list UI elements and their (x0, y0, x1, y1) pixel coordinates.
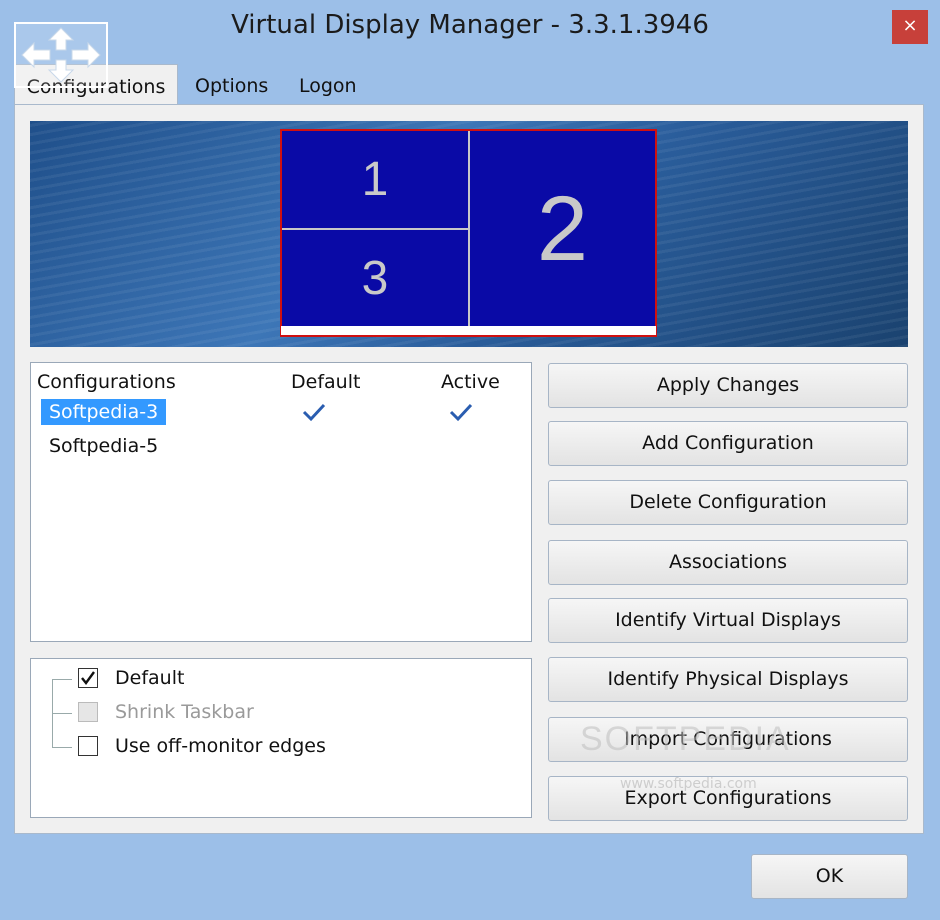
list-header: Configurations Default Active (31, 363, 531, 397)
tree-connector (52, 713, 72, 714)
tab-options[interactable]: Options (195, 64, 268, 104)
identify-virtual-displays-button[interactable]: Identify Virtual Displays (548, 598, 908, 643)
configurations-list[interactable]: Configurations Default Active Softpedia-… (30, 362, 532, 642)
tree-connector (52, 747, 72, 748)
apply-changes-button[interactable]: Apply Changes (548, 363, 908, 408)
display-number: 2 (536, 178, 589, 280)
config-name: Softpedia-5 (49, 435, 159, 457)
checkmark-icon (302, 403, 326, 422)
column-active[interactable]: Active (441, 371, 500, 393)
close-button[interactable]: × (892, 10, 928, 44)
virtual-display-1[interactable]: 1 (282, 131, 470, 230)
column-configurations[interactable]: Configurations (37, 371, 176, 393)
virtual-display-3[interactable]: 3 (282, 230, 470, 327)
title-bar[interactable]: Virtual Display Manager - 3.3.1.3946 × (0, 0, 940, 60)
default-checkbox[interactable] (78, 668, 98, 688)
tree-connector (52, 679, 72, 680)
off-monitor-edges-label: Use off-monitor edges (115, 735, 326, 757)
checkmark-icon (449, 403, 473, 422)
list-item[interactable]: Softpedia-3 (31, 397, 531, 429)
delete-configuration-button[interactable]: Delete Configuration (548, 480, 908, 525)
display-arrangement: 1 3 2 (280, 129, 657, 337)
display-number: 3 (361, 252, 389, 305)
list-item[interactable]: Softpedia-5 (31, 431, 531, 463)
off-monitor-edges-checkbox[interactable] (78, 736, 98, 756)
shrink-taskbar-label: Shrink Taskbar (115, 701, 254, 723)
config-name: Softpedia-3 (41, 399, 167, 425)
ok-button[interactable]: OK (751, 854, 908, 899)
watermark: SOFTPEDIA (580, 720, 791, 758)
associations-button[interactable]: Associations (548, 540, 908, 585)
column-default[interactable]: Default (291, 371, 360, 393)
default-label: Default (115, 667, 185, 689)
display-taskbar-strip (281, 326, 656, 335)
add-configuration-button[interactable]: Add Configuration (548, 421, 908, 466)
display-layout-preview: 1 3 2 (30, 121, 908, 347)
watermark-url: www.softpedia.com (620, 776, 757, 792)
close-icon: × (902, 15, 918, 36)
shrink-taskbar-checkbox (78, 702, 98, 722)
display-number: 1 (361, 153, 389, 206)
configuration-options-tree: Default Shrink Taskbar Use off-monitor e… (30, 658, 532, 818)
virtual-display-2[interactable]: 2 (470, 131, 655, 327)
identify-physical-displays-button[interactable]: Identify Physical Displays (548, 657, 908, 702)
window-title: Virtual Display Manager - 3.3.1.3946 (231, 10, 709, 40)
checkmark-icon (81, 671, 95, 685)
app-window: Virtual Display Manager - 3.3.1.3946 × C… (0, 0, 940, 920)
tab-logon[interactable]: Logon (299, 64, 357, 104)
move-arrows-icon (14, 22, 108, 88)
